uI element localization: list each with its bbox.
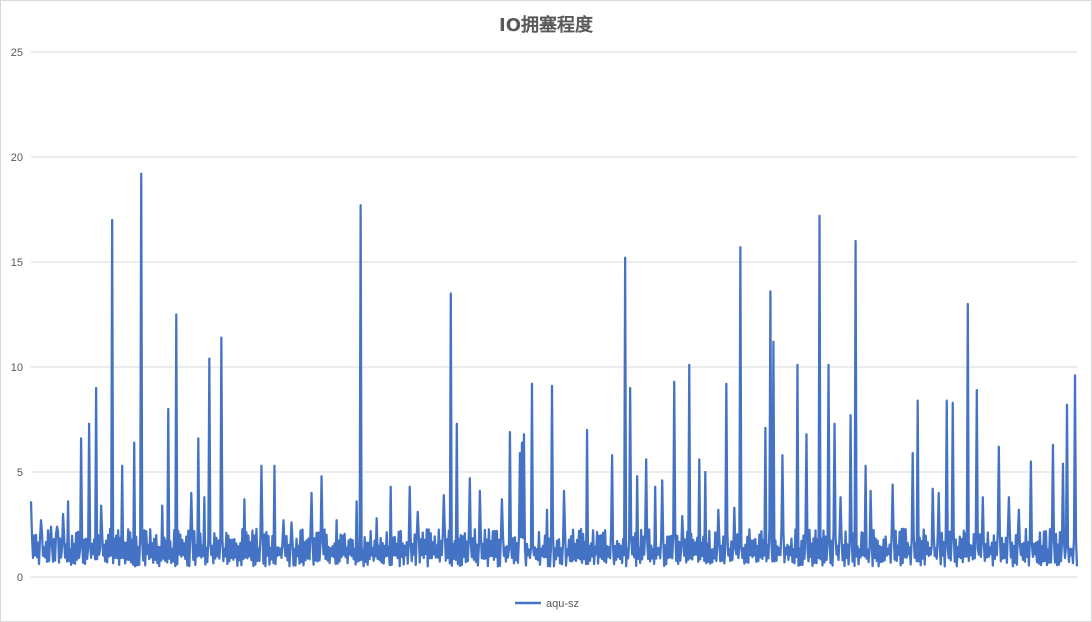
legend-label-aqu-sz: aqu-sz [546, 598, 579, 610]
plot-series [29, 172, 1079, 568]
y-tick-label: 0 [17, 572, 23, 584]
gridlines [31, 51, 1077, 578]
y-tick-label: 5 [17, 467, 23, 479]
line-chart: 0 5 10 15 20 25 aqu-sz [11, 47, 1079, 610]
y-tick-label: 15 [11, 257, 23, 269]
y-axis-ticks: 0 5 10 15 20 25 [11, 47, 23, 584]
legend: aqu-sz [515, 598, 579, 610]
y-tick-label: 10 [11, 362, 23, 374]
y-tick-label: 20 [11, 152, 23, 164]
y-tick-label: 25 [11, 47, 23, 59]
series-line-aqu-sz [29, 172, 1079, 568]
chart-area: IO拥塞程度 0 5 10 15 20 25 aqu-sz [0, 0, 1092, 622]
